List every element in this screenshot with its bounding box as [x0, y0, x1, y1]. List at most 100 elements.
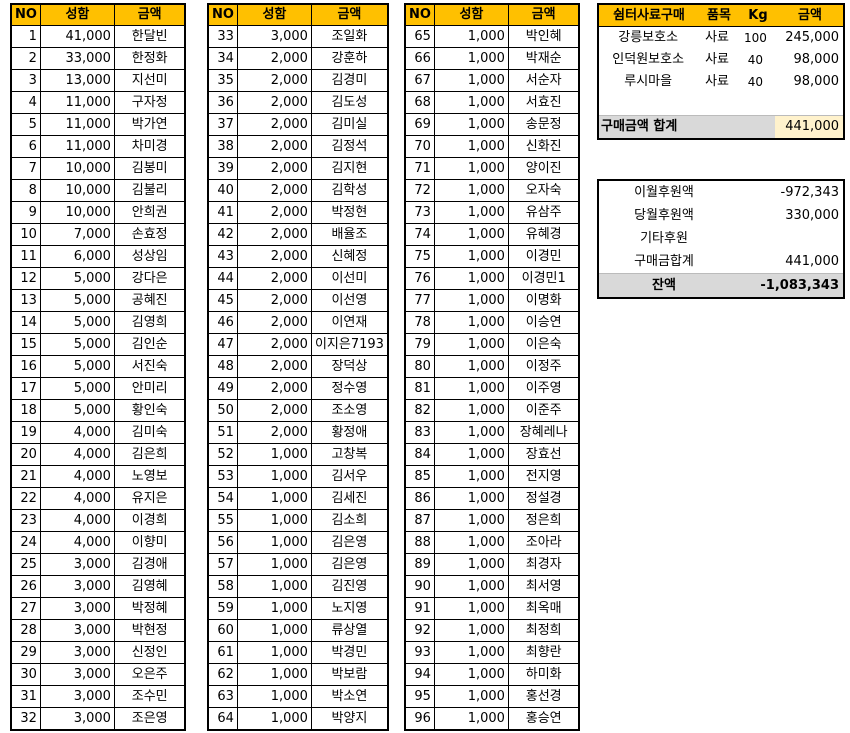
- donor-amount: 3,000: [236, 25, 312, 48]
- donor-name: 오은주: [113, 663, 186, 686]
- donor-amount: 13,000: [39, 69, 115, 92]
- donor-row: 70 1,000 신화진: [404, 135, 580, 158]
- donor-name: 한정화: [113, 47, 186, 70]
- donor-row: 35 2,000 김경미: [207, 69, 389, 92]
- donor-row: 27 3,000 박정혜: [10, 597, 186, 620]
- balance-row: 구매금합계 441,000: [599, 250, 843, 273]
- donor-row: 3 13,000 지선미: [10, 69, 186, 92]
- donor-no: 68: [404, 91, 435, 114]
- donor-name: 박정혜: [113, 597, 186, 620]
- donor-row: 92 1,000 최정희: [404, 619, 580, 642]
- balance-table: 이월후원액 -972,343 당월후원액 330,000 기타후원 구매금합계 …: [597, 179, 845, 299]
- donor-amount: 1,000: [433, 25, 509, 48]
- donor-amount: 1,000: [236, 443, 312, 466]
- balance-label: 당월후원액: [634, 208, 694, 223]
- donor-amount: 1,000: [433, 311, 509, 334]
- donor-name: 박현정: [113, 619, 186, 642]
- donor-row: 50 2,000 조소영: [207, 399, 389, 422]
- donor-name: 노지영: [310, 597, 389, 620]
- donor-row: 44 2,000 이선미: [207, 267, 389, 290]
- donor-no: 91: [404, 597, 435, 620]
- balance-value: [729, 227, 843, 250]
- header-amount: 금액: [310, 3, 389, 26]
- purchase-header-shelter: 쉼터사료구매: [613, 8, 685, 23]
- donor-table-3: NO 성함 금액 65 1,000 박인혜 66 1,000 박재순 67 1,000 서순자 6…: [404, 3, 581, 731]
- donor-no: 10: [10, 223, 41, 246]
- donor-row: 41 2,000 박정현: [207, 201, 389, 224]
- balance-value: 330,000: [785, 208, 839, 223]
- donor-name: 서진숙: [113, 355, 186, 378]
- donor-no: 37: [207, 113, 238, 136]
- donor-no: 38: [207, 135, 238, 158]
- donor-row: 48 2,000 장덕상: [207, 355, 389, 378]
- donor-no: 22: [10, 487, 41, 510]
- donor-amount: 5,000: [39, 355, 115, 378]
- donor-row: 94 1,000 하미화: [404, 663, 580, 686]
- donor-amount: 5,000: [39, 289, 115, 312]
- donor-row: 38 2,000 김정석: [207, 135, 389, 158]
- purchase-table: 쉼터사료구매 품목 Kg 금액 강릉보호소 사료 100 245,000 인덕원…: [597, 3, 845, 140]
- donor-row: 79 1,000 이은숙: [404, 333, 580, 356]
- donor-name: 조소영: [310, 399, 389, 422]
- donor-row: 10 7,000 손효정: [10, 223, 186, 246]
- donor-no: 82: [404, 399, 435, 422]
- donor-no: 34: [207, 47, 238, 70]
- donor-no: 30: [10, 663, 41, 686]
- donor-amount: 3,000: [39, 553, 115, 576]
- balance-value: 441,000: [785, 254, 839, 269]
- donor-name: 박보람: [310, 663, 389, 686]
- donor-amount: 1,000: [433, 531, 509, 554]
- donor-row: 1 41,000 한달빈: [10, 25, 186, 48]
- donor-amount: 1,000: [433, 443, 509, 466]
- donor-name: 김불리: [113, 179, 186, 202]
- donor-row: 58 1,000 김진영: [207, 575, 389, 598]
- donor-no: 2: [10, 47, 41, 70]
- donor-name: 하미화: [507, 663, 580, 686]
- donor-name: 김은영: [310, 553, 389, 576]
- donor-name: 배율조: [310, 223, 389, 246]
- purchase-row: 강릉보호소 사료 100 245,000: [599, 27, 843, 49]
- donor-no: 77: [404, 289, 435, 312]
- donor-name: 조수민: [113, 685, 186, 708]
- donor-row: 16 5,000 서진숙: [10, 355, 186, 378]
- donor-amount: 1,000: [433, 641, 509, 664]
- donor-name: 김인순: [113, 333, 186, 356]
- donor-name: 최옥매: [507, 597, 580, 620]
- balance-row: 이월후원액 -972,343: [599, 181, 843, 204]
- donor-no: 32: [10, 707, 41, 731]
- donor-no: 46: [207, 311, 238, 334]
- purchase-blank-row: [599, 93, 843, 115]
- donor-amount: 3,000: [39, 685, 115, 708]
- balance-final-label: 잔액: [652, 278, 676, 293]
- donor-name: 이연재: [310, 311, 389, 334]
- donor-name: 이지은7193: [310, 333, 389, 356]
- donor-no: 13: [10, 289, 41, 312]
- donor-amount: 1,000: [433, 245, 509, 268]
- donor-no: 41: [207, 201, 238, 224]
- donor-row: 18 5,000 황인숙: [10, 399, 186, 422]
- donor-no: 66: [404, 47, 435, 70]
- donor-amount: 3,000: [39, 663, 115, 686]
- donor-amount: 2,000: [236, 135, 312, 158]
- donor-no: 26: [10, 575, 41, 598]
- donor-amount: 4,000: [39, 509, 115, 532]
- donor-no: 23: [10, 509, 41, 532]
- donor-no: 70: [404, 135, 435, 158]
- donor-name: 장효선: [507, 443, 580, 466]
- purchase-kg: 40: [747, 75, 764, 89]
- donor-amount: 4,000: [39, 443, 115, 466]
- donor-row: 73 1,000 유삼주: [404, 201, 580, 224]
- donor-name: 박정현: [310, 201, 389, 224]
- donor-name: 이향미: [113, 531, 186, 554]
- donor-row: 90 1,000 최서영: [404, 575, 580, 598]
- donor-name: 장혜레나: [507, 421, 580, 444]
- donor-amount: 1,000: [236, 509, 312, 532]
- donor-no: 33: [207, 25, 238, 48]
- donor-name: 유지은: [113, 487, 186, 510]
- donor-no: 80: [404, 355, 435, 378]
- donor-no: 72: [404, 179, 435, 202]
- donor-amount: 1,000: [433, 619, 509, 642]
- donor-no: 17: [10, 377, 41, 400]
- purchase-shelter: 인덕원보호소: [612, 52, 685, 67]
- donor-name: 김미숙: [113, 421, 186, 444]
